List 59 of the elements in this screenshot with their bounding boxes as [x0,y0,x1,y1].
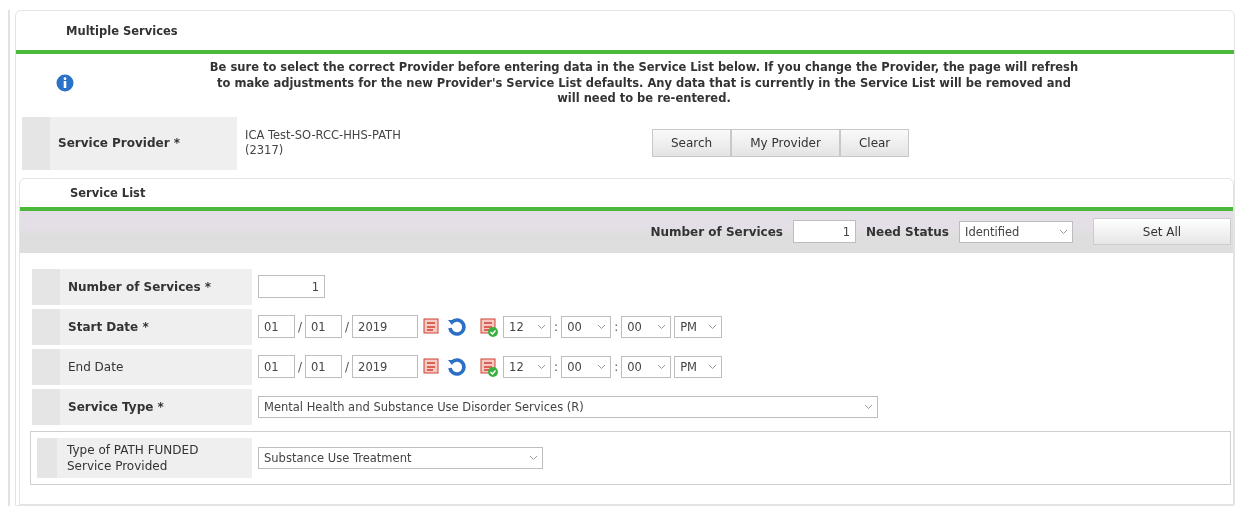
dropdown[interactable]: PM [674,355,723,378]
chevron-down-icon [537,363,547,370]
chevron-down-icon [864,403,873,410]
calendar-check-icon[interactable] [478,355,501,378]
provider-button[interactable]: Search [652,129,732,157]
info-icon [56,74,74,93]
field-label: End Date [68,358,124,375]
chevron-down-icon [529,454,538,461]
provider-value: ICA Test-SO-RCC-HHS-PATH (2317) [244,128,402,158]
provider-button[interactable]: My Provider [731,129,840,157]
set-all-button[interactable]: Set All [1093,218,1231,245]
number-input[interactable]: 1 [793,220,856,243]
toolbar-label: Number of Services [650,224,783,239]
chevron-down-icon [708,323,718,330]
dropdown[interactable]: Mental Health and Substance Use Disorder Services (R) [258,395,878,418]
month-input[interactable]: 01 [258,315,295,338]
dropdown[interactable]: 12 [503,315,552,338]
refresh-icon[interactable] [446,315,469,338]
dropdown[interactable]: PM [674,315,723,338]
panel-title: Multiple Services [66,23,178,38]
chevron-down-icon [597,323,607,330]
dropdown[interactable]: 00 [621,355,672,378]
dropdown[interactable]: 00 [621,315,672,338]
dropdown[interactable]: 12 [503,355,552,378]
month-input[interactable]: 01 [258,355,295,378]
calendar-check-icon[interactable] [478,315,501,338]
number-input[interactable]: 1 [258,275,325,298]
year-input[interactable]: 2019 [352,315,419,338]
year-input[interactable]: 2019 [352,355,419,378]
chevron-down-icon [708,363,718,370]
time-separator: : [614,319,619,334]
day-input[interactable]: 01 [305,315,343,338]
time-separator: : [554,359,559,374]
provider-button[interactable]: Clear [839,129,910,157]
chevron-down-icon [537,323,547,330]
field-label: Service Type * [68,398,164,415]
time-separator: : [554,319,559,334]
date-separator: / [298,359,303,374]
field-label: Type of PATH FUNDED Service Provided [67,441,200,474]
chevron-down-icon [1059,228,1068,235]
dropdown[interactable]: Identified [959,220,1073,243]
chevron-down-icon [597,363,607,370]
notice-text: Be sure to select the correct Provider before entering data in the Service List below. If you change the Provider, the page will refresh to make adjustments for the new Provider's Service List defaults. Any data that is currently in the Service List will be removed and will need to be re-entered. [208,60,1080,107]
dropdown[interactable]: 00 [561,355,612,378]
chevron-down-icon [657,363,667,370]
section-title: Service List [70,185,146,200]
refresh-icon[interactable] [446,355,469,378]
field-label: Service Provider * [58,135,181,151]
toolbar-label: Need Status [866,224,949,239]
dropdown[interactable]: Substance Use Treatment [258,446,543,469]
field-label: Start Date * [68,318,149,335]
time-separator: : [614,359,619,374]
day-input[interactable]: 01 [305,355,343,378]
date-separator: / [298,319,303,334]
dropdown[interactable]: 00 [561,315,612,338]
field-label: Number of Services * [68,278,212,295]
date-separator: / [345,319,350,334]
chevron-down-icon [657,323,667,330]
date-separator: / [345,359,350,374]
